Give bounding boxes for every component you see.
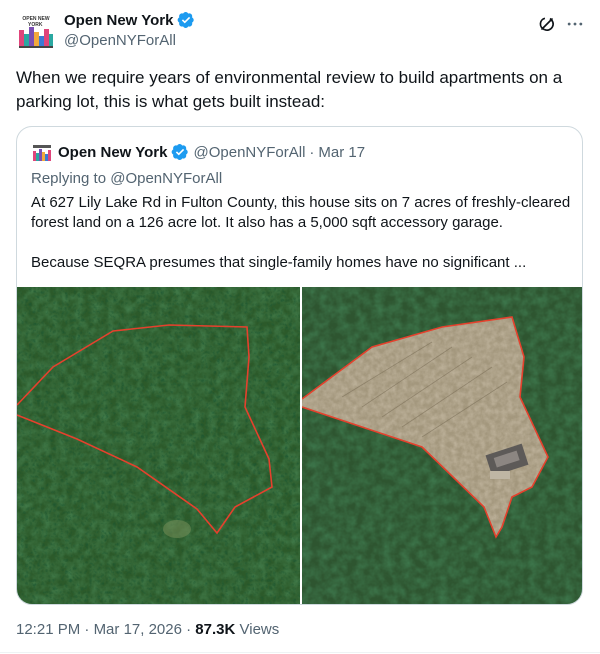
quoted-text-continued: Because SEQRA presumes that single-famil… (31, 254, 527, 271)
verified-badge-icon (172, 143, 189, 161)
quoted-date[interactable]: Mar 17 (318, 144, 365, 161)
grok-icon[interactable] (537, 14, 557, 34)
more-options-icon[interactable] (565, 14, 585, 34)
footer-separator: · (186, 621, 196, 638)
quoted-separator: · (309, 143, 315, 161)
tweet-date[interactable]: Mar 17, 2026 (94, 621, 182, 638)
divider (0, 652, 600, 653)
open-new-york-logo-icon: OPEN NEW YORK (16, 12, 56, 52)
forest-before-image[interactable] (17, 287, 300, 604)
author-handle[interactable]: @OpenNYForAll (64, 32, 176, 49)
replying-to-line: Replying to @OpenNYForAll (31, 170, 222, 187)
tweet-footer: 12:21 PM · Mar 17, 2026 · 87.3K Views (16, 621, 279, 638)
quoted-author-handle[interactable]: @OpenNYForAll (193, 144, 305, 161)
footer-separator: · (84, 621, 94, 638)
tweet-time[interactable]: 12:21 PM (16, 621, 80, 638)
author-avatar[interactable]: OPEN NEW YORK (16, 12, 56, 52)
quoted-header: Open New York @OpenNYForAll · Mar 17 (58, 143, 365, 161)
views-count[interactable]: 87.3K (195, 621, 235, 638)
quoted-text: At 627 Lily Lake Rd in Fulton County, th… (31, 194, 571, 231)
author-name[interactable]: Open New York (64, 12, 173, 29)
author-name-row: Open New York (64, 11, 195, 29)
tweet: OPEN NEW YORK Open New York @OpenNYForAl… (0, 0, 600, 654)
quoted-author-avatar[interactable] (32, 144, 52, 162)
replying-prefix: Replying to (31, 170, 107, 187)
tweet-text: When we require years of environmental r… (16, 68, 563, 111)
verified-badge-icon (178, 11, 195, 29)
views-label: Views (239, 621, 280, 638)
quoted-author-name[interactable]: Open New York (58, 144, 167, 161)
cleared-lot-after-image[interactable] (302, 287, 582, 604)
quoted-tweet[interactable]: Open New York @OpenNYForAll · Mar 17 Rep… (16, 126, 583, 605)
replying-to-mention[interactable]: @OpenNYForAll (110, 170, 222, 187)
